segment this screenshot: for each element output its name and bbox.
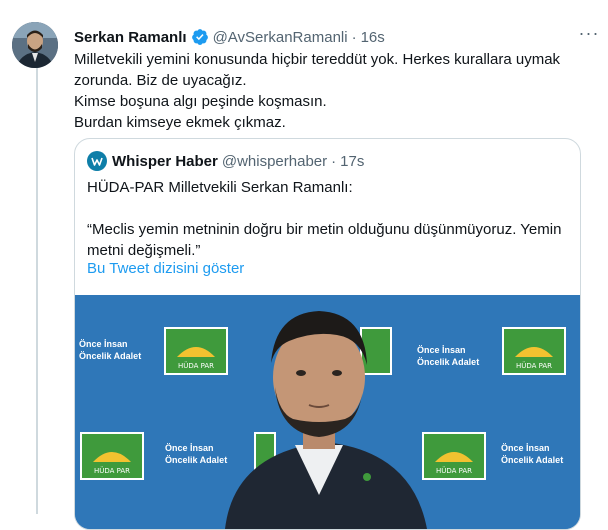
slogan-line: Önce İnsan: [501, 443, 550, 453]
quote-header: Whisper Haber @whisperhaber · 17s: [87, 151, 364, 171]
separator-dot: ·: [331, 152, 337, 170]
quote-blank-line: [87, 198, 567, 219]
quote-text: HÜDA-PAR Milletvekili Serkan Ramanlı: “M…: [87, 177, 567, 261]
slogan-line: Öncelik Adalet: [79, 351, 141, 361]
quote-author-handle: @whisperhaber: [221, 152, 328, 170]
party-logo: HÜDA PAR: [164, 327, 228, 375]
logo-text: HÜDA PAR: [516, 361, 552, 370]
logo-text: HÜDA PAR: [178, 361, 214, 370]
quote-line: HÜDA-PAR Milletvekili Serkan Ramanlı:: [87, 179, 353, 196]
slogan-line: Öncelik Adalet: [165, 455, 227, 465]
quote-author-name: Whisper Haber: [112, 152, 218, 170]
party-logo: HÜDA PAR: [422, 432, 486, 480]
party-logo: HÜDA PAR: [502, 327, 566, 375]
tweet-text: Milletvekili yemini konusunda hiçbir ter…: [74, 49, 594, 133]
author-name[interactable]: Serkan Ramanlı: [74, 29, 187, 46]
quote-photo[interactable]: HÜDA PAR HÜDA PAR HÜDA PAR HÜDA PAR Önce…: [75, 295, 580, 529]
more-icon[interactable]: ···: [574, 24, 604, 46]
slogan-line: Öncelik Adalet: [417, 357, 479, 367]
tweet-time[interactable]: 16s: [361, 29, 385, 46]
verified-badge-icon: [191, 28, 209, 46]
tweet-line: Burdan kimseye ekmek çıkmaz.: [74, 114, 286, 131]
whisper-logo-icon: [87, 151, 107, 171]
tweet-line: Milletvekili yemini konusunda hiçbir ter…: [74, 51, 561, 89]
slogan-line: Önce İnsan: [79, 339, 128, 349]
party-logo: HÜDA PAR: [80, 432, 144, 480]
separator-dot: ·: [351, 28, 357, 46]
quote-line: “Meclis yemin metninin doğru bir metin o…: [87, 221, 562, 259]
logo-text: HÜDA PAR: [436, 466, 472, 475]
author-handle[interactable]: @AvSerkanRamanli: [213, 29, 348, 46]
logo-text: HÜDA PAR: [94, 466, 130, 475]
quote-time: 17s: [340, 152, 365, 170]
slogan-line: Önce İnsan: [165, 443, 214, 453]
slogan-line: Önce İnsan: [417, 345, 466, 355]
avatar-image: [12, 22, 58, 68]
quote-tweet-card[interactable]: Whisper Haber @whisperhaber · 17s HÜDA-P…: [74, 138, 581, 530]
slogan-line: Öncelik Adalet: [501, 455, 563, 465]
show-thread-link[interactable]: Bu Tweet dizisini göster: [87, 260, 244, 277]
thread-line: [36, 62, 38, 514]
press-photo: HÜDA PAR HÜDA PAR HÜDA PAR HÜDA PAR Önce…: [75, 295, 580, 529]
tweet-line: Kimse boşuna algı peşinde koşmasın.: [74, 93, 327, 110]
tweet-header: Serkan Ramanlı @AvSerkanRamanli · 16s: [74, 26, 598, 48]
avatar[interactable]: [12, 22, 58, 68]
